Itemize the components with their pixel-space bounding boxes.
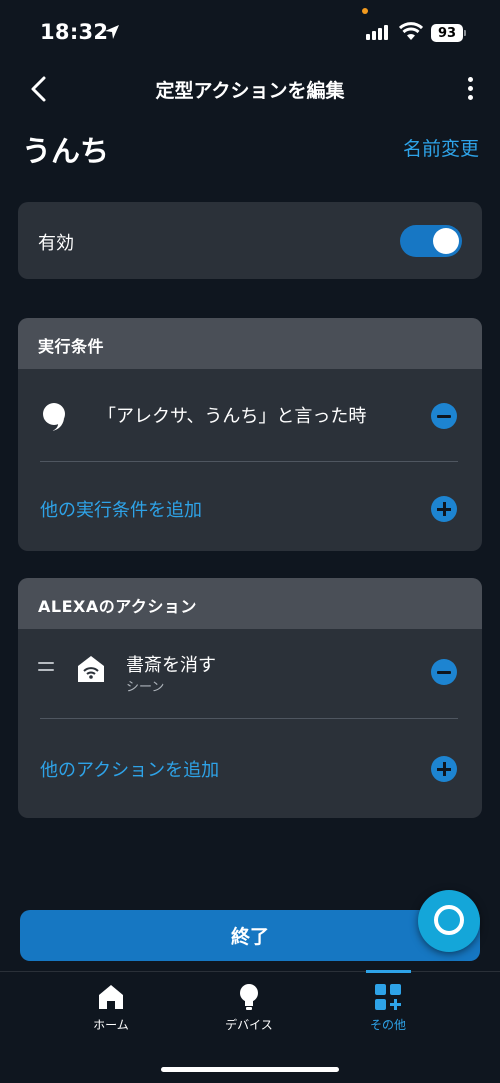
bulb-icon [240,984,258,1010]
scene-home-icon [78,656,104,682]
rename-link[interactable]: 名前変更 [403,134,479,161]
battery-indicator: 93 [431,24,463,42]
action-title[interactable]: 書斎を消す [126,651,216,677]
actions-title: ALEXAのアクション [38,597,197,616]
toggle-knob [433,228,459,254]
alexa-button[interactable] [418,890,480,952]
add-condition-plus-button[interactable] [431,496,457,522]
conditions-title: 実行条件 [38,337,105,356]
more-grid-icon [375,984,401,1010]
condition-text[interactable]: 「アレクサ、うんち」と言った時 [98,402,366,428]
home-indicator [161,1067,339,1072]
divider [40,718,458,719]
nav-label-home: ホーム [93,1018,129,1032]
enabled-toggle[interactable] [400,225,462,257]
add-action-link[interactable]: 他のアクションを追加 [40,756,219,782]
wifi-icon [399,22,423,40]
remove-condition-button[interactable] [431,403,457,429]
alexa-ring-icon [434,905,464,935]
add-action-plus-button[interactable] [431,756,457,782]
nav-item-devices[interactable]: デバイス [189,982,309,1033]
add-condition-link[interactable]: 他の実行条件を追加 [40,496,202,522]
home-icon [99,985,123,1009]
divider [40,461,458,462]
action-subtitle: シーン [126,680,165,695]
battery-tip [464,30,466,36]
speech-bubble-icon [43,403,65,431]
page-title: 定型アクションを編集 [155,80,345,102]
remove-action-button[interactable] [431,659,457,685]
more-options-icon[interactable] [468,77,473,100]
nav-item-more[interactable]: その他 [328,982,448,1033]
finish-button[interactable]: 終了 [20,910,480,961]
nav-active-indicator [366,970,411,973]
location-arrow-icon [105,25,119,39]
routine-name: うんち [22,134,110,168]
enabled-card: 有効 [18,202,482,279]
drag-handle-icon[interactable] [38,662,54,676]
privacy-indicator [362,8,368,14]
conditions-card: 実行条件 「アレクサ、うんち」と言った時 他の実行条件を追加 [18,318,482,551]
nav-label-devices: デバイス [225,1018,273,1032]
cellular-signal-icon [366,25,388,40]
actions-card: ALEXAのアクション 書斎を消す シーン 他のアクションを追加 [18,578,482,818]
enabled-label: 有効 [38,233,74,254]
status-time: 18:32 [40,20,109,44]
nav-label-more: その他 [369,1018,406,1032]
nav-item-home[interactable]: ホーム [51,982,171,1033]
